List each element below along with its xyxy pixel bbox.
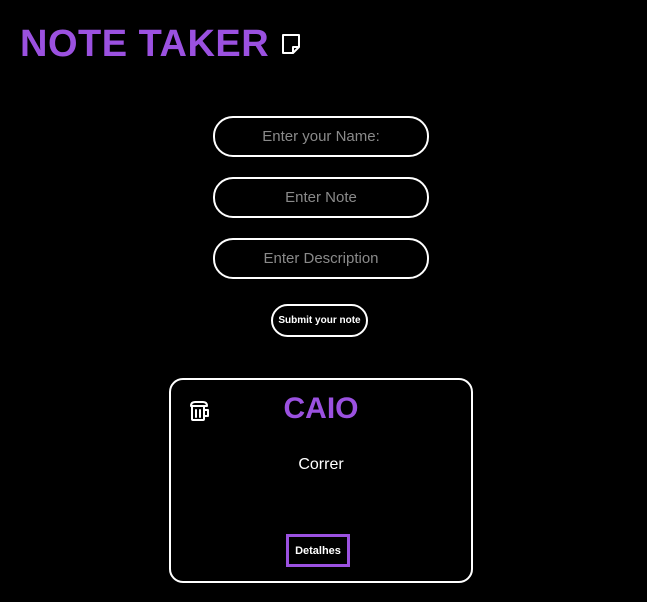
submit-note-button[interactable]: Submit your note — [271, 304, 368, 337]
note-card: CAIO Correr Detalhes — [169, 378, 473, 583]
details-button[interactable]: Detalhes — [286, 534, 350, 567]
description-input[interactable] — [213, 238, 429, 279]
name-input[interactable] — [213, 116, 429, 157]
note-icon — [280, 33, 302, 55]
header: NOTE TAKER — [20, 22, 302, 66]
note-text: Correr — [298, 456, 344, 473]
app-title: NOTE TAKER — [20, 23, 270, 65]
note-input[interactable] — [213, 177, 429, 218]
note-name: CAIO — [283, 392, 359, 425]
page: NOTE TAKER Submit your note CAIO Correr … — [0, 0, 647, 602]
